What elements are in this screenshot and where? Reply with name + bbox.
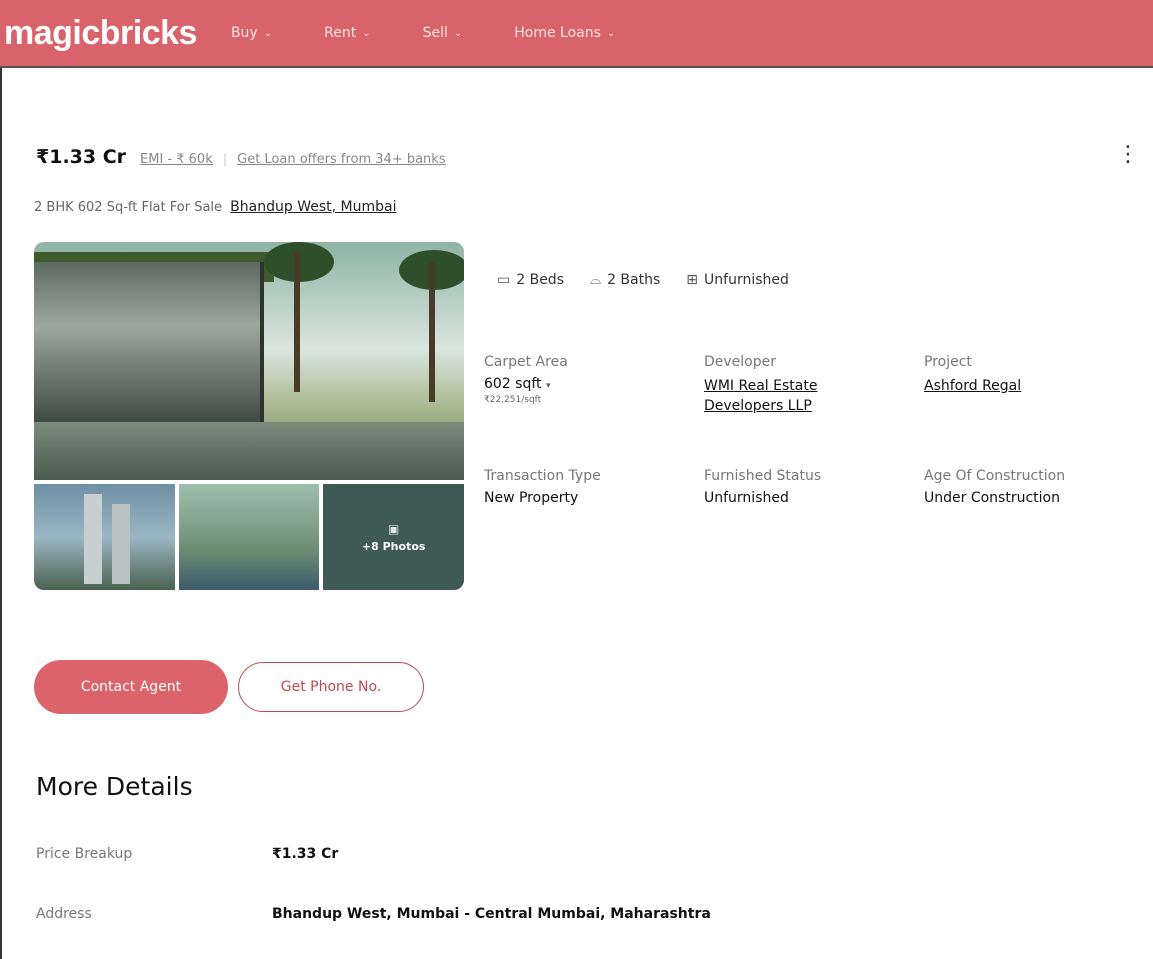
loan-offers-link[interactable]: Get Loan offers from 34+ banks [237,152,445,167]
site-logo[interactable]: magicbricks [4,14,197,53]
thumbnail-2[interactable] [178,484,320,590]
main-photo[interactable] [34,242,464,480]
main-nav: Buy ⌄ Rent ⌄ Sell ⌄ Home Loans ⌄ [231,25,667,41]
nav-sell-label: Sell [422,25,448,41]
nav-home-loans-label: Home Loans [514,25,601,41]
chevron-down-icon: ⌄ [453,27,463,39]
age-value: Under Construction [924,490,1060,506]
nav-buy-label: Buy [230,25,258,41]
action-buttons: Contact Agent Get Phone No. [34,660,424,714]
more-photos-label: +8 Photos [361,539,426,553]
transaction-value: New Property [484,490,579,506]
transaction-cell: Transaction Type New Property [484,468,601,506]
age-cell: Age Of Construction Under Construction [924,468,1065,506]
chevron-down-icon: ▾ [545,381,551,391]
divider: | [222,152,228,167]
developer-line-2: Developers LLP [704,398,812,414]
carpet-area-value[interactable]: 602 sqft ▾ [484,376,568,392]
developer-cell: Developer WMI Real Estate Developers LLP [704,354,817,416]
furnished-cell: Furnished Status Unfurnished [704,468,821,506]
furnished-value: Unfurnished [704,490,789,506]
price-breakup-row: Price Breakup ₹1.33 Cr [36,846,338,862]
chevron-down-icon: ⌄ [362,27,371,39]
transaction-label: Transaction Type [484,468,601,484]
top-navbar: magicbricks Buy ⌄ Rent ⌄ Sell ⌄ Home Loans ⌄ [0,0,1153,68]
more-photos-thumbnail[interactable]: ▣ +8 Photos [323,484,464,590]
furnished-label: Furnished Status [704,468,822,484]
thumbnail-strip: ▣ +8 Photos [34,484,464,590]
bath-icon: ⌓ [590,272,602,288]
nav-rent-label: Rent [324,25,357,41]
nav-home-loans[interactable]: Home Loans ⌄ [514,25,615,41]
bed-icon: ▭ [497,272,511,288]
nav-buy[interactable]: Buy ⌄ [231,25,272,41]
more-details-heading: More Details [36,772,193,801]
get-phone-button[interactable]: Get Phone No. [238,662,424,712]
developer-label: Developer [704,354,777,370]
price-row: ₹1.33 Cr EMI - ₹ 60k | Get Loan offers f… [36,146,446,168]
furnish-icon: ⊞ [686,272,699,288]
address-label: Address [36,906,92,922]
project-label: Project [924,354,972,370]
spec-bar: ▭ 2 Beds ⌓ 2 Baths ⊞ Unfurnished [497,272,815,288]
age-label: Age Of Construction [924,468,1066,484]
spec-furnishing: ⊞ Unfurnished [686,272,789,288]
furnishing-label: Unfurnished [704,272,789,288]
thumbnail-1[interactable] [34,484,175,590]
price-per-sqft: ₹22,251/sqft [484,395,542,405]
address-row: Address Bhandup West, Mumbai - Central M… [36,906,711,922]
nav-rent[interactable]: Rent ⌄ [324,25,370,41]
carpet-area-cell: Carpet Area 602 sqft ▾ ₹22,251/sqft [484,354,568,405]
listing-price: ₹1.33 Cr [36,146,127,168]
project-cell: Project Ashford Regal [924,354,1021,396]
beds-label: 2 Beds [516,272,564,288]
price-breakup-value: ₹1.33 Cr [272,846,339,862]
listing-subtitle: 2 BHK 602 Sq-ft Flat For Sale Bhandup We… [34,199,396,215]
photo-icon: ▣ [388,521,400,536]
carpet-area-text: 602 sqft [484,376,542,392]
spec-beds: ▭ 2 Beds [497,272,564,288]
baths-label: 2 Baths [607,272,661,288]
project-link[interactable]: Ashford Regal [924,376,1021,396]
developer-link[interactable]: WMI Real Estate Developers LLP [704,376,817,416]
chevron-down-icon: ⌄ [606,27,616,39]
address-value: Bhandup West, Mumbai - Central Mumbai, M… [272,906,711,922]
carpet-area-label: Carpet Area [484,354,568,370]
spec-baths: ⌓ 2 Baths [590,272,660,288]
photo-gallery: ▣ +8 Photos [34,242,464,590]
nav-sell[interactable]: Sell ⌄ [423,25,463,41]
contact-agent-button[interactable]: Contact Agent [34,660,228,714]
location-link[interactable]: Bhandup West, Mumbai [230,199,396,215]
listing-type: 2 BHK 602 Sq-ft Flat For Sale [34,200,223,215]
chevron-down-icon: ⌄ [263,27,273,39]
more-options-icon[interactable]: ⋮ [1117,144,1139,166]
price-breakup-label: Price Breakup [36,846,133,862]
developer-line-1: WMI Real Estate [704,378,818,394]
emi-link[interactable]: EMI - ₹ 60k [140,152,213,167]
